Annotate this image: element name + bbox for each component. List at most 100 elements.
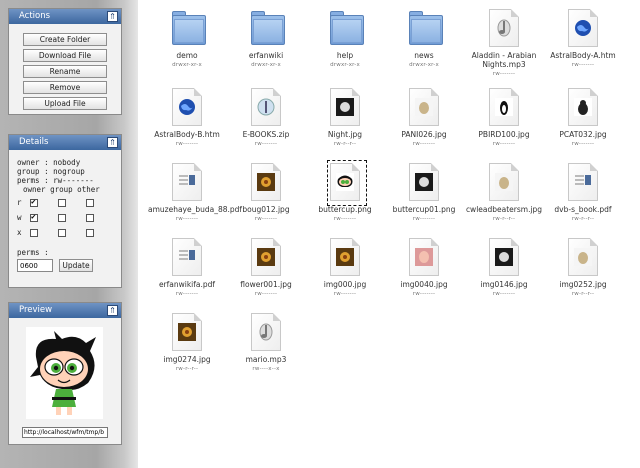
preview-url-input[interactable] — [22, 427, 108, 438]
pdf-file-icon[interactable] — [172, 238, 206, 278]
owner-read-checkbox[interactable] — [30, 197, 38, 207]
file-item[interactable]: mario.mp3 rw----x--x — [227, 308, 305, 380]
image-file-icon[interactable] — [409, 88, 443, 128]
other-read-checkbox[interactable] — [86, 199, 94, 207]
image-file-icon[interactable] — [489, 88, 523, 128]
file-name[interactable]: img000.jpg — [306, 280, 384, 289]
audio-file-icon[interactable] — [251, 313, 285, 353]
file-name[interactable]: demo — [148, 51, 226, 60]
image-file-icon[interactable] — [330, 238, 364, 278]
collapse-actions-icon[interactable]: ⇑ — [107, 11, 118, 22]
file-item[interactable]: boug012.jpg rw------- — [227, 158, 305, 230]
web-page-icon[interactable] — [568, 9, 602, 49]
file-name[interactable]: Night.jpg — [306, 130, 384, 139]
perms-input[interactable] — [17, 259, 53, 272]
folder-icon[interactable] — [251, 9, 285, 49]
image-file-icon[interactable] — [409, 238, 443, 278]
image-file-icon[interactable] — [330, 88, 364, 128]
file-name[interactable]: img0146.jpg — [465, 280, 543, 289]
file-name[interactable]: mario.mp3 — [227, 355, 305, 364]
folder-icon[interactable] — [330, 9, 364, 49]
image-file-icon[interactable] — [327, 160, 367, 206]
file-item[interactable]: buttercup.png rw------- — [306, 158, 384, 230]
image-file-icon[interactable] — [568, 238, 602, 278]
group-write-checkbox[interactable] — [58, 214, 66, 222]
other-write-checkbox[interactable] — [86, 214, 94, 222]
file-item[interactable]: img0252.jpg rw-r--r-- — [544, 233, 622, 305]
file-item[interactable]: img0146.jpg rw------- — [465, 233, 543, 305]
file-name[interactable]: PANI026.jpg — [385, 130, 463, 139]
file-item[interactable]: E-BOOKS.zip rw------- — [227, 83, 305, 155]
file-name[interactable]: help — [306, 51, 384, 60]
file-item[interactable]: amuzehaye_buda_88.pdf rw------- — [148, 158, 242, 230]
rename-button[interactable]: Rename — [23, 65, 107, 78]
folder-item[interactable]: demo drwxr-xr-x — [148, 4, 226, 76]
file-name[interactable]: img0040.jpg — [385, 280, 463, 289]
file-name[interactable]: erfanwiki — [227, 51, 305, 60]
file-name[interactable]: AstralBody-A.htm — [544, 51, 622, 60]
file-name[interactable]: E-BOOKS.zip — [227, 130, 305, 139]
file-name[interactable]: AstralBody-B.htm — [148, 130, 226, 139]
file-item[interactable]: AstralBody-A.htm rw------- — [544, 4, 622, 76]
file-name[interactable]: dvb-s_book.pdf — [544, 205, 622, 214]
file-item[interactable]: erfanwikifa.pdf rw------- — [148, 233, 226, 305]
file-name[interactable]: cwleadbeatersm.jpg — [465, 205, 543, 214]
file-name[interactable]: img0274.jpg — [148, 355, 226, 364]
upload-file-button[interactable]: Upload File — [23, 97, 107, 110]
other-exec-checkbox[interactable] — [86, 229, 94, 237]
file-item[interactable]: PCAT032.jpg rw------- — [544, 83, 622, 155]
folder-item[interactable]: help drwxr-xr-x — [306, 4, 384, 76]
remove-button[interactable]: Remove — [23, 81, 107, 94]
file-name[interactable]: img0252.jpg — [544, 280, 622, 289]
file-item[interactable]: PANI026.jpg rw------- — [385, 83, 463, 155]
owner-write-checkbox[interactable] — [30, 212, 38, 222]
audio-file-icon[interactable] — [489, 9, 523, 49]
file-item[interactable]: Aladdin - Arabian Nights.mp3 rw------- — [465, 4, 543, 77]
file-item[interactable]: buttercup01.png rw------- — [385, 158, 463, 230]
archive-icon[interactable] — [251, 88, 285, 128]
file-item[interactable]: PBIRD100.jpg rw------- — [465, 83, 543, 155]
collapse-details-icon[interactable]: ⇑ — [107, 137, 118, 148]
create-folder-button[interactable]: Create Folder — [23, 33, 107, 46]
file-item[interactable]: cwleadbeatersm.jpg rw-r--r-- — [465, 158, 543, 230]
image-file-icon[interactable] — [172, 313, 206, 353]
file-item[interactable]: img000.jpg rw------- — [306, 233, 384, 305]
folder-icon[interactable] — [172, 9, 206, 49]
file-item[interactable]: flower001.jpg rw------- — [227, 233, 305, 305]
file-name[interactable]: PBIRD100.jpg — [465, 130, 543, 139]
file-name[interactable]: Aladdin - Arabian Nights.mp3 — [465, 51, 543, 69]
collapse-preview-icon[interactable]: ⇑ — [107, 305, 118, 316]
image-file-icon[interactable] — [251, 163, 285, 203]
image-file-icon[interactable] — [409, 163, 443, 203]
image-file-icon[interactable] — [489, 238, 523, 278]
file-name[interactable]: buttercup01.png — [385, 205, 463, 214]
web-page-icon[interactable] — [172, 88, 206, 128]
file-name[interactable]: boug012.jpg — [227, 205, 305, 214]
actions-panel: Actions ⇑ Create Folder Download File Re… — [8, 8, 122, 115]
file-item[interactable]: dvb-s_book.pdf rw-r--r-- — [544, 158, 622, 230]
download-file-button[interactable]: Download File — [23, 49, 107, 62]
pdf-file-icon[interactable] — [172, 163, 206, 203]
file-name[interactable]: news — [385, 51, 463, 60]
file-item[interactable]: AstralBody-B.htm rw------- — [148, 83, 226, 155]
update-button[interactable]: Update — [59, 259, 93, 272]
image-file-icon[interactable] — [568, 88, 602, 128]
folder-item[interactable]: erfanwiki drwxr-xr-x — [227, 4, 305, 76]
group-read-checkbox[interactable] — [58, 199, 66, 207]
group-exec-checkbox[interactable] — [58, 229, 66, 237]
file-item[interactable]: img0040.jpg rw------- — [385, 233, 463, 305]
perms-line: perms : rw------- — [17, 176, 94, 185]
image-file-icon[interactable] — [489, 163, 523, 203]
file-item[interactable]: Night.jpg rw-r--r-- — [306, 83, 384, 155]
file-name[interactable]: buttercup.png — [306, 205, 384, 214]
file-item[interactable]: img0274.jpg rw-r--r-- — [148, 308, 226, 380]
folder-icon[interactable] — [409, 9, 443, 49]
pdf-file-icon[interactable] — [568, 163, 602, 203]
image-file-icon[interactable] — [251, 238, 285, 278]
owner-exec-checkbox[interactable] — [30, 229, 38, 237]
file-name[interactable]: flower001.jpg — [227, 280, 305, 289]
file-name[interactable]: erfanwikifa.pdf — [148, 280, 226, 289]
folder-item[interactable]: news drwxr-xr-x — [385, 4, 463, 76]
file-name[interactable]: PCAT032.jpg — [544, 130, 622, 139]
file-name[interactable]: amuzehaye_buda_88.pdf — [148, 205, 242, 214]
